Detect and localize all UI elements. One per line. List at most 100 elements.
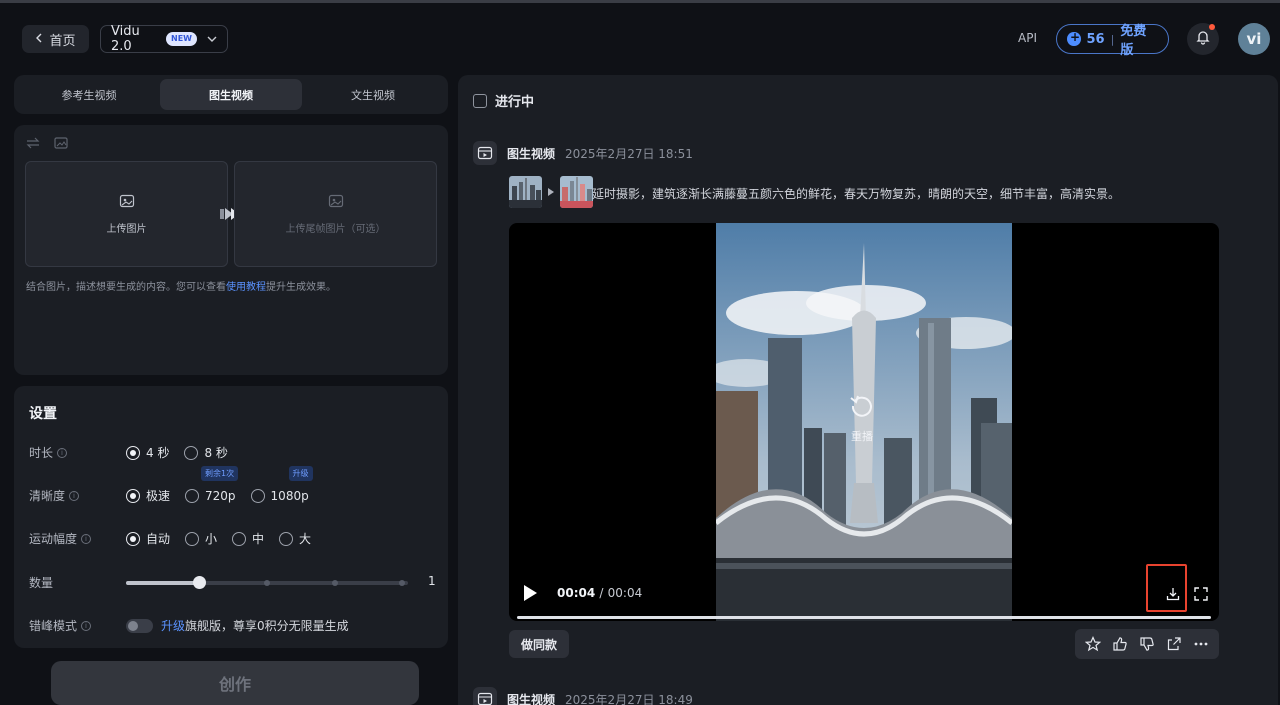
entry-time: 2025年2月27日 18:51 (565, 146, 693, 161)
model-selector[interactable]: Vidu 2.0 NEW (100, 24, 228, 54)
upload-image-label: 上传图片 (106, 224, 147, 235)
duration-option-8s[interactable]: 8 秒 (184, 444, 228, 461)
source-thumbnail[interactable] (509, 176, 542, 208)
share-icon[interactable] (1166, 636, 1182, 652)
upload-end-frame-box[interactable]: 上传尾帧图片（可选） (234, 161, 437, 267)
api-link[interactable]: API (1018, 31, 1037, 45)
resolution-option-fast[interactable]: 极速 (126, 487, 170, 504)
in-progress-filter[interactable]: 进行中 (473, 91, 534, 110)
chevron-down-icon (207, 32, 217, 47)
results-panel: 进行中 图生视频 2025年2月27日 18:51 延时摄影，建筑逐渐长满藤蔓五… (458, 75, 1278, 705)
bell-icon (1195, 29, 1211, 49)
resolution-option-1080p[interactable]: 升级 1080p (250, 465, 313, 503)
image-crop-icon[interactable] (54, 137, 68, 153)
quantity-slider[interactable] (126, 575, 408, 589)
current-time: 00:04 (557, 586, 596, 600)
upload-panel: 上传图片 上传尾帧图片（可选） 结合图片，描述想要生成的内容。您可以查看使用教程… (14, 125, 448, 375)
video-player[interactable]: 重播 00:04 / 00:04 (509, 223, 1219, 621)
motion-option-auto[interactable]: 自动 (126, 530, 170, 547)
star-icon[interactable] (1084, 636, 1101, 652)
info-icon[interactable]: i (69, 490, 80, 501)
notification-button[interactable] (1187, 23, 1219, 55)
source-thumbnail[interactable] (560, 176, 593, 208)
slider-tick (331, 579, 338, 586)
resolution-row: 清晰度 i 极速 剩余1次 720p 升级 1080p (29, 465, 324, 504)
info-icon[interactable]: i (81, 620, 92, 631)
radio-icon (126, 488, 140, 503)
slider-thumb[interactable] (193, 575, 207, 589)
radio-icon (126, 445, 140, 460)
arrow-icon (548, 185, 554, 200)
remaining-badge: 剩余1次 (201, 465, 239, 481)
upgrade-link[interactable]: 升级 (161, 619, 185, 633)
home-label: 首页 (49, 33, 76, 49)
slider-tick (264, 579, 270, 586)
radio-icon (232, 531, 247, 546)
motion-option-large[interactable]: 大 (279, 530, 311, 547)
model-name: Vidu 2.0 (111, 24, 140, 54)
download-icon[interactable] (1166, 587, 1180, 605)
duration-option-4s[interactable]: 4 秒 (126, 444, 169, 461)
radio-icon (126, 531, 140, 546)
home-button[interactable]: 首页 (22, 25, 89, 53)
radio-icon (184, 445, 199, 460)
tutorial-link[interactable]: 使用教程 (226, 282, 266, 293)
radio-icon (185, 531, 200, 546)
notification-dot (1209, 24, 1215, 30)
thumbs-down-icon[interactable] (1139, 636, 1155, 652)
chevron-left-icon (35, 32, 43, 47)
play-icon[interactable] (522, 584, 538, 606)
quantity-value: 1 (428, 574, 436, 588)
create-button[interactable]: 创作 (51, 661, 419, 705)
more-icon[interactable] (1193, 636, 1209, 652)
avatar[interactable]: vi (1238, 23, 1270, 55)
tab-image-to-video[interactable]: 图生视频 (160, 79, 302, 110)
credits-pill[interactable]: 56 | 免费版 (1056, 24, 1169, 58)
fullscreen-icon[interactable] (1194, 587, 1208, 605)
image-to-video-icon (473, 687, 497, 705)
make-same-button[interactable]: 做同款 (509, 630, 569, 658)
motion-row: 运动幅度 i 自动 小 中 大 (29, 530, 312, 547)
motion-option-small[interactable]: 小 (185, 530, 217, 547)
time-display: 00:04 / 00:04 (557, 586, 643, 600)
duration-row: 时长 i 4 秒 8 秒 (29, 444, 228, 461)
offpeak-toggle[interactable] (126, 618, 153, 633)
info-icon[interactable]: i (81, 533, 92, 544)
window-top-border (0, 0, 1280, 3)
slider-tick (399, 579, 406, 586)
info-icon[interactable]: i (57, 447, 68, 458)
settings-title: 设置 (29, 406, 57, 422)
radio-icon (185, 488, 200, 503)
prompt-text: 延时摄影，建筑逐渐长满藤蔓五颜六色的鲜花，春天万物复苏，晴朗的天空，细节丰富，高… (592, 187, 1121, 201)
motion-option-medium[interactable]: 中 (232, 530, 264, 547)
credits-count: 56 (1086, 31, 1105, 47)
upload-image-box[interactable]: 上传图片 (25, 161, 228, 267)
tab-text-to-video[interactable]: 文生视频 (302, 79, 444, 110)
replay-icon (849, 393, 875, 422)
resolution-option-720p[interactable]: 剩余1次 720p (185, 465, 239, 503)
mode-tabs: 参考生视频 图生视频 文生视频 (14, 75, 448, 114)
upgrade-badge: 升级 (288, 465, 313, 481)
thumbs-up-icon[interactable] (1112, 636, 1128, 652)
swap-icon[interactable] (26, 137, 40, 153)
radio-icon (250, 488, 265, 503)
tab-reference-video[interactable]: 参考生视频 (18, 79, 160, 110)
credits-separator: | (1110, 32, 1115, 46)
action-bar (1075, 629, 1219, 659)
replay-button[interactable]: 重播 (849, 393, 875, 444)
entry-type: 图生视频 (507, 692, 556, 705)
source-thumbnails (509, 176, 593, 208)
credit-coin-icon (1067, 30, 1081, 46)
entry-header: 图生视频 2025年2月27日 18:49 (473, 687, 693, 705)
offpeak-row: 错峰模式 i 升级旗舰版，尊享0积分无限量生成 (29, 618, 349, 633)
offpeak-text: 旗舰版，尊享0积分无限量生成 (185, 619, 349, 633)
image-upload-icon (119, 193, 135, 212)
new-badge: NEW (166, 32, 197, 46)
plan-label: 免费版 (1120, 24, 1147, 58)
upload-end-frame-label: 上传尾帧图片（可选） (285, 224, 386, 235)
video-progress-bar[interactable] (517, 616, 1211, 619)
in-progress-checkbox[interactable] (473, 93, 487, 108)
prompt-hint: 结合图片，描述想要生成的内容。您可以查看使用教程提升生成效果。 (26, 282, 336, 293)
entry-time: 2025年2月27日 18:49 (565, 692, 693, 705)
radio-icon (279, 531, 294, 546)
